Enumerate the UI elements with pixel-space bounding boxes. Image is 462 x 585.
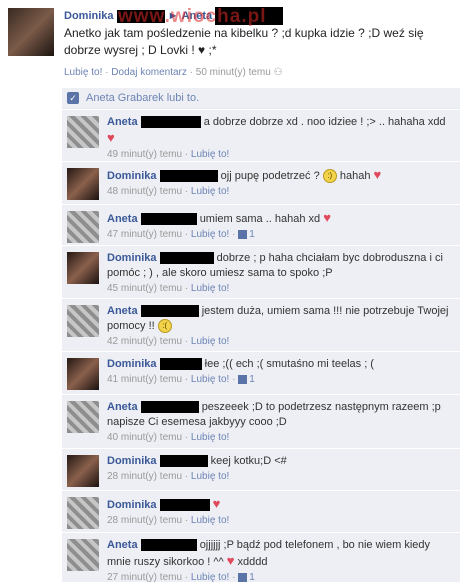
like-link[interactable]: Lubię to! xyxy=(191,229,229,240)
commenter-name[interactable]: Dominika xyxy=(107,455,157,467)
smile-icon: :) xyxy=(322,169,337,184)
comment-item: Aneta peszeeek ;D to podetrzesz następny… xyxy=(62,394,460,448)
comment-item: Aneta umiem sama .. hahah xd ♥ 47 minut(… xyxy=(62,204,460,245)
commenter-name[interactable]: Aneta xyxy=(107,305,138,317)
redacted-surname xyxy=(159,252,214,265)
redacted-surname xyxy=(140,305,199,318)
like-link[interactable]: Lubię to! xyxy=(191,186,229,197)
redacted-surname xyxy=(159,170,218,183)
commenter-avatar[interactable] xyxy=(67,539,99,571)
commenter-avatar[interactable] xyxy=(67,358,99,390)
like-count[interactable]: 1 xyxy=(249,572,255,583)
comment-item: Dominika ♥ 28 minut(y) temu · Lubię to! xyxy=(62,490,460,532)
post-meta: Lubię to! · Dodaj komentarz · 50 minut(y… xyxy=(64,67,283,78)
like-link[interactable]: Lubię to! xyxy=(191,336,229,347)
comment-time: 49 minut(y) temu xyxy=(107,149,183,160)
commenter-name[interactable]: Dominika xyxy=(107,499,157,511)
comment-item: Aneta a dobrze dobrze xd . noo idziee ! … xyxy=(62,109,460,161)
commenter-avatar[interactable] xyxy=(67,305,99,337)
heart-icon: ♥ xyxy=(373,167,382,182)
add-comment-link[interactable]: Dodaj komentarz xyxy=(111,67,187,78)
like-link[interactable]: Lubię to! xyxy=(191,515,229,526)
commenter-avatar[interactable] xyxy=(67,497,99,529)
redacted-surname xyxy=(159,455,208,468)
comment-item: Aneta jestem duża, umiem sama !!! nie po… xyxy=(62,298,460,351)
likes-bar: ✓ Aneta Grabarek lubi to. xyxy=(62,88,460,109)
comment-text: keej kotku;D <# xyxy=(210,455,287,467)
likes-text[interactable]: Aneta Grabarek lubi to. xyxy=(86,92,199,104)
heart-icon: ♥ xyxy=(226,553,235,568)
like-link[interactable]: Lubię to! xyxy=(191,432,229,443)
like-count[interactable]: 1 xyxy=(249,229,255,240)
like-link[interactable]: Lubię to! xyxy=(191,471,229,482)
like-link[interactable]: Lubię to! xyxy=(64,67,102,78)
commenter-name[interactable]: Dominika xyxy=(107,170,157,182)
post-time: 50 minut(y) temu xyxy=(195,67,271,78)
comment-item: Dominika łee ;(( ech ;( smutaśno mi teel… xyxy=(62,351,460,394)
redacted-surname xyxy=(159,499,210,512)
thumbs-up-icon xyxy=(238,229,248,239)
redacted-surname xyxy=(140,213,197,226)
redacted-surname xyxy=(159,358,202,371)
thumbs-up-icon xyxy=(238,374,248,384)
like-link[interactable]: Lubię to! xyxy=(191,283,229,294)
author-name[interactable]: Dominika xyxy=(64,10,114,22)
like-link[interactable]: Lubię to! xyxy=(191,572,229,583)
heart-icon: ♥ xyxy=(212,496,221,511)
sad-icon: :( xyxy=(157,319,172,334)
commenter-avatar[interactable] xyxy=(67,116,99,148)
commenter-name[interactable]: Dominika xyxy=(107,358,157,370)
thumbs-up-icon: ✓ xyxy=(67,92,79,104)
friends-icon: ⚇ xyxy=(273,67,283,78)
comment-item: Aneta ojjjjjj ;P bądź pod telefonem , bo… xyxy=(62,532,460,583)
comment-text: dobrze ; p haha chciałam byc dobroduszna… xyxy=(107,252,443,279)
comment-item: Dominika keej kotku;D <# 28 minut(y) tem… xyxy=(62,448,460,490)
heart-icon: ♥ xyxy=(107,130,115,145)
comment-text: umiem sama .. hahah xd xyxy=(199,213,321,225)
post-text: Anetko jak tam pośledzenie na kibelku ? … xyxy=(64,26,424,57)
commenter-name[interactable]: Aneta xyxy=(107,116,138,128)
commenter-name[interactable]: Dominika xyxy=(107,252,157,264)
commenter-avatar[interactable] xyxy=(67,401,99,433)
comment-text: łee ;(( ech ;( smutaśno mi teelas ; ( xyxy=(204,358,374,370)
comment-text: ojj pupę podetrzeć ? xyxy=(220,170,320,182)
heart-icon: ♥ xyxy=(323,210,331,225)
author-avatar[interactable] xyxy=(8,8,54,56)
comment-text: a dobrze dobrze xd . noo idziee ! ;> .. … xyxy=(203,116,446,128)
redacted-surname xyxy=(140,539,197,552)
comment-item: Dominika dobrze ; p haha chciałam byc do… xyxy=(62,245,460,298)
main-post: Dominika ► Aneta www.wiocha.pl Anetko ja… xyxy=(0,0,462,84)
comment-item: Dominika ojj pupę podetrzeć ? :) hahah ♥… xyxy=(62,161,460,204)
redacted-surname xyxy=(140,116,201,129)
like-link[interactable]: Lubię to! xyxy=(191,149,229,160)
commenter-name[interactable]: Aneta xyxy=(107,213,138,225)
redacted-surname xyxy=(140,401,199,414)
commenter-avatar[interactable] xyxy=(67,168,99,200)
like-link[interactable]: Lubię to! xyxy=(191,374,229,385)
commenter-avatar[interactable] xyxy=(67,455,99,487)
commenter-name[interactable]: Aneta xyxy=(107,539,138,551)
commenter-avatar[interactable] xyxy=(67,211,99,243)
commenter-name[interactable]: Aneta xyxy=(107,401,138,413)
like-count[interactable]: 1 xyxy=(249,374,255,385)
commenter-avatar[interactable] xyxy=(67,252,99,284)
